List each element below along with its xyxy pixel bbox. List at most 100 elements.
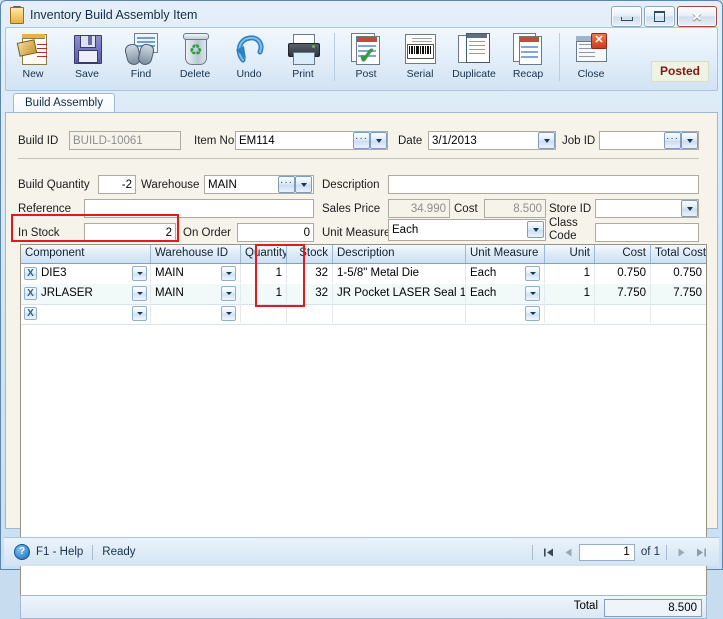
unit-measure-field[interactable]: Each bbox=[388, 219, 546, 241]
item-no-dropdown-button[interactable] bbox=[370, 132, 387, 149]
row-delete-button[interactable]: X bbox=[24, 267, 37, 280]
column-header-cost[interactable]: Cost bbox=[595, 245, 651, 263]
grid-header-row: Component Warehouse ID Quantity Stock De… bbox=[21, 245, 706, 264]
total-value: 8.500 bbox=[604, 599, 702, 617]
reference-field[interactable] bbox=[84, 199, 314, 218]
cell-unit[interactable]: 1 bbox=[545, 264, 595, 283]
toolbar-group-file: New Save Find ♻ Delete Undo Print bbox=[6, 28, 330, 90]
form-divider bbox=[18, 158, 699, 159]
window-controls: ✕ bbox=[611, 6, 717, 27]
save-button[interactable]: Save bbox=[60, 29, 114, 87]
column-header-description[interactable]: Description bbox=[333, 245, 466, 263]
table-row[interactable]: X bbox=[21, 304, 706, 325]
next-record-button[interactable] bbox=[671, 543, 691, 561]
grid-total-bar: Total 8.500 bbox=[20, 595, 707, 619]
unit-measure-cell-dropdown-button[interactable] bbox=[525, 306, 540, 321]
cell-description[interactable]: JR Pocket LASER Seal 1 5 bbox=[333, 284, 466, 303]
minimize-button[interactable] bbox=[611, 6, 642, 27]
print-button[interactable]: Print bbox=[276, 29, 330, 87]
row-delete-button[interactable]: X bbox=[24, 287, 37, 300]
build-assembly-icon bbox=[9, 6, 25, 24]
main-toolbar: New Save Find ♻ Delete Undo Print ✓ Post… bbox=[5, 27, 718, 91]
status-badge: Posted bbox=[650, 61, 709, 82]
job-id-lookup-button[interactable]: ··· bbox=[664, 132, 681, 149]
unit-measure-cell-dropdown-button[interactable] bbox=[525, 266, 540, 281]
component-dropdown-button[interactable] bbox=[132, 286, 147, 301]
store-id-dropdown-button[interactable] bbox=[681, 200, 698, 217]
ready-status-text: Ready bbox=[102, 546, 136, 558]
warehouse-lookup-button[interactable]: ··· bbox=[278, 176, 295, 193]
cell-quantity[interactable]: 1 bbox=[241, 284, 287, 303]
table-row[interactable]: DIE3 X MAIN 1 32 1-5/8" Metal Die Each 1… bbox=[21, 264, 706, 285]
barcode-icon bbox=[403, 32, 437, 66]
column-header-stock[interactable]: Stock bbox=[287, 245, 333, 263]
column-header-total-cost[interactable]: Total Cost bbox=[651, 245, 706, 263]
cell-description[interactable] bbox=[333, 304, 466, 323]
table-row[interactable]: JRLASER X MAIN 1 32 JR Pocket LASER Seal… bbox=[21, 284, 706, 305]
warehouse-cell-dropdown-button[interactable] bbox=[221, 266, 236, 281]
item-no-lookup-button[interactable]: ··· bbox=[353, 132, 370, 149]
toolbar-separator bbox=[334, 33, 335, 81]
find-button[interactable]: Find bbox=[114, 29, 168, 87]
post-button[interactable]: ✓ Post bbox=[339, 29, 393, 87]
class-code-field[interactable] bbox=[595, 223, 699, 242]
job-id-dropdown-button[interactable] bbox=[681, 132, 698, 149]
new-document-icon bbox=[16, 32, 50, 66]
cell-cost[interactable]: 7.750 bbox=[595, 284, 651, 303]
new-button-label: New bbox=[22, 68, 44, 80]
cell-total-cost: 7.750 bbox=[673, 287, 702, 299]
question-mark-icon[interactable]: ? bbox=[14, 544, 30, 560]
in-stock-field[interactable]: 2 bbox=[84, 223, 176, 242]
column-header-warehouse-id[interactable]: Warehouse ID bbox=[151, 245, 241, 263]
description-label: Description bbox=[322, 179, 380, 191]
cell-quantity[interactable] bbox=[241, 304, 287, 323]
cell-description[interactable]: 1-5/8" Metal Die bbox=[333, 264, 466, 283]
serial-button[interactable]: Serial bbox=[393, 29, 447, 87]
previous-record-button[interactable] bbox=[559, 543, 579, 561]
cell-cost[interactable]: 0.750 bbox=[595, 264, 651, 283]
status-divider bbox=[92, 544, 94, 560]
cell-quantity[interactable]: 1 bbox=[241, 264, 287, 283]
close-button[interactable]: ✕ bbox=[677, 6, 717, 27]
recap-button[interactable]: Recap bbox=[501, 29, 555, 87]
record-number-input[interactable]: 1 bbox=[578, 543, 635, 561]
date-field[interactable]: 3/1/2013 bbox=[428, 131, 556, 150]
duplicate-button[interactable]: Duplicate bbox=[447, 29, 501, 87]
column-header-unit[interactable]: Unit bbox=[545, 245, 595, 263]
undo-button[interactable]: Undo bbox=[222, 29, 276, 87]
row-delete-button[interactable]: X bbox=[24, 307, 37, 320]
component-dropdown-button[interactable] bbox=[132, 306, 147, 321]
on-order-field[interactable]: 0 bbox=[237, 223, 314, 242]
delete-button[interactable]: ♻ Delete bbox=[168, 29, 222, 87]
unit-measure-cell-dropdown-button[interactable] bbox=[525, 286, 540, 301]
date-dropdown-button[interactable] bbox=[538, 132, 555, 149]
component-dropdown-button[interactable] bbox=[132, 266, 147, 281]
duplicate-pages-icon bbox=[457, 32, 491, 66]
warehouse-cell-dropdown-button[interactable] bbox=[221, 306, 236, 321]
cell-unit[interactable] bbox=[545, 304, 595, 323]
close-toolbar-button[interactable]: ✕ Close bbox=[564, 29, 618, 87]
column-header-unit-measure[interactable]: Unit Measure bbox=[466, 245, 545, 263]
cell-cost[interactable] bbox=[595, 304, 651, 323]
unit-measure-dropdown-button[interactable] bbox=[527, 221, 544, 238]
reference-label: Reference bbox=[18, 203, 72, 215]
cost-field: 8.500 bbox=[484, 199, 546, 218]
last-record-button[interactable] bbox=[691, 543, 711, 561]
record-count-text: of 1 bbox=[640, 546, 660, 558]
warehouse-dropdown-button[interactable] bbox=[295, 176, 312, 193]
warehouse-label: Warehouse bbox=[141, 179, 200, 191]
tab-build-assembly[interactable]: Build Assembly bbox=[13, 93, 115, 113]
column-header-quantity[interactable]: Quantity bbox=[241, 245, 287, 263]
first-record-button[interactable] bbox=[539, 543, 559, 561]
maximize-button[interactable] bbox=[644, 6, 675, 27]
column-header-component[interactable]: Component bbox=[21, 245, 151, 263]
warehouse-cell-dropdown-button[interactable] bbox=[221, 286, 236, 301]
build-id-label: Build ID bbox=[18, 135, 59, 147]
description-field[interactable] bbox=[388, 175, 699, 194]
new-button[interactable]: New bbox=[6, 29, 60, 87]
build-quantity-field[interactable]: -2 bbox=[98, 175, 136, 194]
toolbar-group-close: ✕ Close bbox=[564, 28, 618, 90]
cell-unit[interactable]: 1 bbox=[545, 284, 595, 303]
printer-icon bbox=[286, 32, 320, 66]
help-text[interactable]: F1 - Help bbox=[36, 546, 83, 558]
